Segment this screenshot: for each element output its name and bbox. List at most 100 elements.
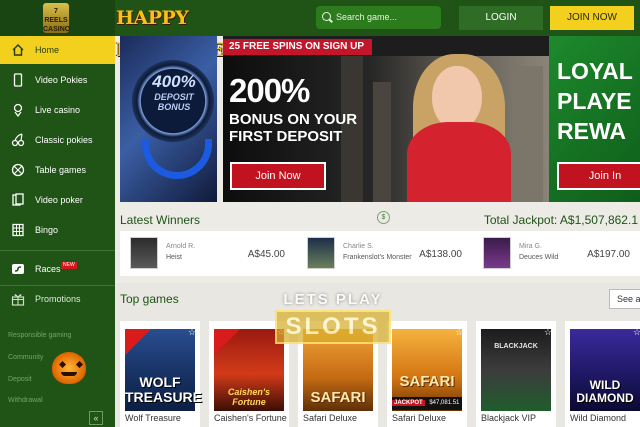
game-art: BLACKJACK xyxy=(481,329,551,411)
winner-name: Charlie S. xyxy=(343,243,374,250)
logo-area[interactable]: 7 REELS CASINO xyxy=(0,0,115,36)
bonus-label: DEPOSIT BONUS xyxy=(154,92,194,112)
winner-game: Frankenslot's Monster xyxy=(343,254,412,261)
jackpot-badge-value: $47,081.51 xyxy=(429,400,460,406)
lets-play-slots-watermark: LETS PLAY SLOTS xyxy=(252,291,414,344)
jackpot-badge-label: JACKPOT xyxy=(392,400,425,406)
game-title: Wolf Treasure xyxy=(125,413,181,423)
hot-badge xyxy=(125,329,151,355)
loyalty-join-in-button[interactable]: Join In xyxy=(557,162,640,190)
bonus-percent: 400% xyxy=(152,72,196,91)
skyline-graphic xyxy=(373,82,391,202)
game-title: Blackjack VIP xyxy=(481,413,537,423)
sidebar-item-live-casino[interactable]: Live casino xyxy=(0,96,115,124)
ribbon-strip: 25 FREE SPINS ON SIGN UP xyxy=(223,36,549,56)
latest-winners-title: Latest Winners xyxy=(120,213,201,227)
favorite-star-icon[interactable]: ☆ xyxy=(544,327,552,338)
free-spins-ribbon: 25 FREE SPINS ON SIGN UP xyxy=(223,39,373,55)
collapse-sidebar-button[interactable]: « xyxy=(89,411,103,425)
sidebar-divider xyxy=(0,250,115,251)
bingo-icon xyxy=(12,223,24,237)
arrow-graphic xyxy=(142,139,212,179)
game-art: WOLF TREASURE xyxy=(125,329,203,411)
game-thumbnail xyxy=(307,237,335,269)
cherries-icon xyxy=(11,133,25,147)
search-icon xyxy=(322,12,331,21)
jackpot-label: Total Jackpot: xyxy=(483,213,558,227)
sidebar-item-video-poker[interactable]: Video poker xyxy=(0,186,115,214)
login-button[interactable]: LOGIN xyxy=(459,6,543,30)
see-all-button[interactable]: See al xyxy=(609,289,640,309)
game-art-title: SAFARI xyxy=(310,389,366,406)
sidebar-item-home[interactable]: Home xyxy=(0,36,115,64)
phone-icon xyxy=(13,73,23,87)
winner-item[interactable]: Mira G. Deuces Wild A$197.00 xyxy=(473,231,640,276)
signup-promo-banner[interactable]: 25 FREE SPINS ON SIGN UP 200% BONUS ON Y… xyxy=(223,36,549,202)
winner-amount: A$45.00 xyxy=(247,249,285,260)
home-icon xyxy=(12,44,24,56)
sidebar-item-classic-pokies[interactable]: Classic pokies xyxy=(0,126,115,154)
deposit-bonus-banner[interactable]: 400% DEPOSIT BONUS xyxy=(120,36,217,202)
sidebar-item-label: Live casino xyxy=(35,105,81,115)
game-art: WILD DIAMOND xyxy=(570,329,640,411)
jackpot-icon: $ xyxy=(377,211,390,224)
sidebar-item-bingo[interactable]: Bingo xyxy=(0,216,115,244)
halloween-banner-text: HAPPY HALLOWEEN xyxy=(116,7,256,61)
loyalty-banner[interactable]: LOYAL PLAYE REWA Join In xyxy=(549,36,640,202)
sidebar-item-label: Classic pokies xyxy=(35,135,93,145)
game-title: Wild Diamond xyxy=(570,413,627,423)
winner-amount: A$138.00 xyxy=(419,249,462,260)
favorite-star-icon[interactable]: ☆ xyxy=(188,327,196,338)
game-title: Safari Deluxe xyxy=(303,413,358,423)
footer-link-community[interactable]: Community xyxy=(8,354,43,361)
footer-link-deposit[interactable]: Deposit xyxy=(8,376,32,383)
new-badge: NEW xyxy=(61,262,77,269)
favorite-star-icon[interactable]: ☆ xyxy=(455,327,463,338)
winner-game: Deuces Wild xyxy=(519,254,559,261)
sidebar-item-races[interactable]: Races NEW xyxy=(0,255,115,283)
footer-link-withdrawal[interactable]: Withdrawal xyxy=(8,397,43,404)
sidebar-item-promotions[interactable]: Promotions xyxy=(0,285,115,313)
promo-subline-1: BONUS ON YOUR xyxy=(229,111,358,128)
game-card-wild-diamond[interactable]: WILD DIAMOND ☆ Wild Diamond xyxy=(565,321,640,427)
races-icon xyxy=(12,264,24,274)
gift-icon xyxy=(11,294,25,306)
sidebar-item-label: Promotions xyxy=(35,294,81,304)
join-now-button[interactable]: JOIN NOW xyxy=(550,6,634,30)
presenter-dress xyxy=(407,122,511,202)
game-art-title: Caishen's Fortune xyxy=(227,387,271,407)
game-art-title: WOLF TREASURE xyxy=(125,374,203,405)
bonus-chip-text: 400% DEPOSIT BONUS xyxy=(140,72,208,112)
jackpot-badge: JACKPOT $47,081.51 xyxy=(392,397,462,410)
sidebar-item-label: Races xyxy=(35,264,61,274)
winners-list: Arnold R. Heist A$45.00 Charlie S. Frank… xyxy=(120,231,640,276)
total-jackpot: Total Jackpot: A$1,507,862.1 xyxy=(484,213,638,227)
casino-logo[interactable]: 7 REELS CASINO xyxy=(43,3,70,33)
game-title: Safari Deluxe xyxy=(392,413,447,423)
winners-header: Latest Winners $ Total Jackpot: A$1,507,… xyxy=(120,206,640,230)
watermark-top-text: LETS PLAY xyxy=(283,291,383,308)
search-placeholder: Search game... xyxy=(336,12,398,22)
winner-game: Heist xyxy=(166,254,182,261)
winner-amount: A$197.00 xyxy=(587,249,630,260)
sidebar-item-table-games[interactable]: Table games xyxy=(0,156,115,184)
game-card-blackjack-vip[interactable]: BLACKJACK ☆ Blackjack VIP xyxy=(476,321,556,427)
game-card-wolf-treasure[interactable]: WOLF TREASURE ☆ Wolf Treasure xyxy=(120,321,203,427)
footer-link-responsible-gaming[interactable]: Responsible gaming xyxy=(8,332,71,339)
winner-item[interactable]: Arnold R. Heist A$45.00 xyxy=(120,231,295,276)
pumpkin-icon xyxy=(52,352,86,384)
game-title: Caishen's Fortune xyxy=(214,413,287,423)
roulette-icon xyxy=(11,163,25,177)
promo-join-now-button[interactable]: Join Now xyxy=(230,162,326,190)
sidebar-item-video-pokies[interactable]: Video Pokies xyxy=(0,66,115,94)
promo-subline: BONUS ON YOUR FIRST DEPOSIT xyxy=(229,111,357,145)
sidebar-item-label: Bingo xyxy=(35,225,59,235)
winner-name: Arnold R. xyxy=(166,243,196,250)
winner-item[interactable]: Charlie S. Frankenslot's Monster A$138.0… xyxy=(297,231,472,276)
game-art-title: BLACKJACK xyxy=(494,343,538,350)
hero-carousel[interactable]: 400% DEPOSIT BONUS 25 FREE SPINS ON SIGN… xyxy=(120,36,640,202)
favorite-star-icon[interactable]: ☆ xyxy=(633,327,640,338)
sidebar-item-label: Video poker xyxy=(35,195,83,205)
presenter-face xyxy=(432,66,482,130)
search-input[interactable]: Search game... xyxy=(316,6,441,29)
